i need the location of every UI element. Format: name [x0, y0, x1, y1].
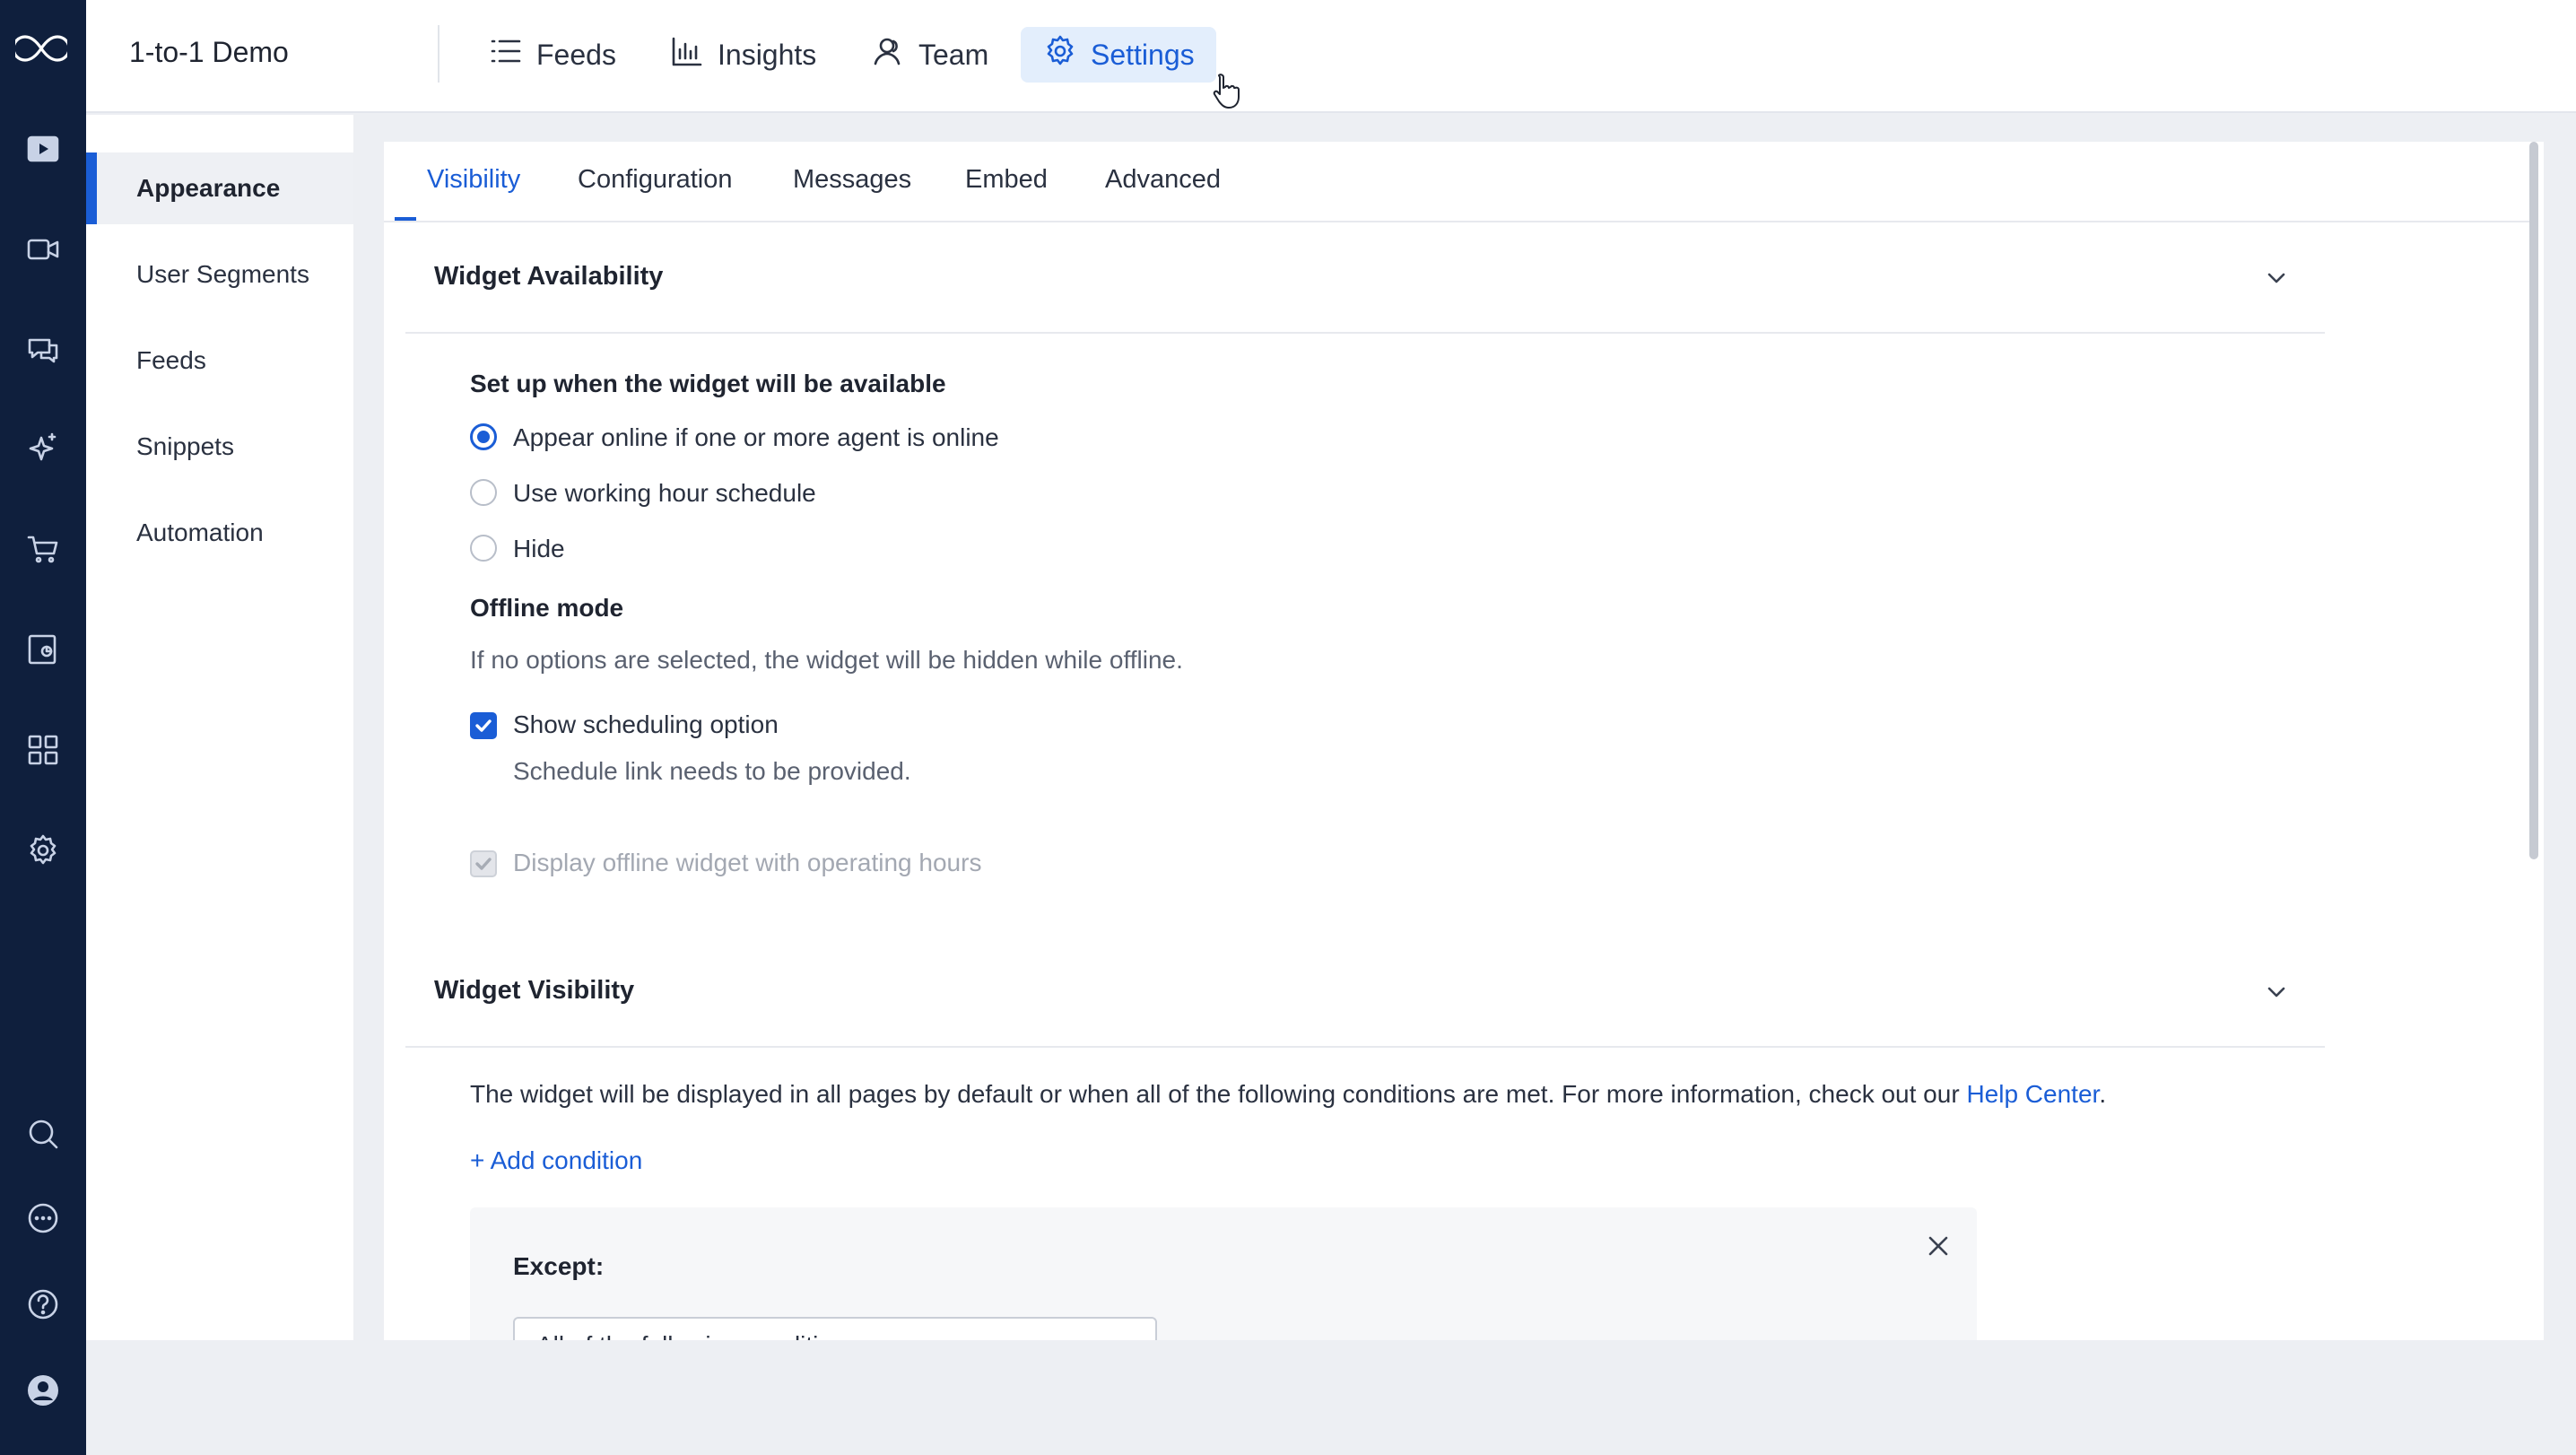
- radio-working-hours[interactable]: [470, 479, 497, 506]
- video-icon[interactable]: [18, 224, 68, 274]
- tab-visibility[interactable]: Visibility: [427, 165, 520, 195]
- grid-icon[interactable]: [18, 725, 68, 775]
- section-title: Widget Visibility: [434, 976, 635, 1005]
- scheduling-label[interactable]: Show scheduling option: [513, 710, 779, 739]
- except-condition-box: Except: All of the following conditions: [470, 1207, 1977, 1340]
- tab-embed[interactable]: Embed: [965, 165, 1048, 195]
- offline-mode-description: If no options are selected, the widget w…: [470, 646, 1183, 674]
- condition-select[interactable]: All of the following conditions: [513, 1317, 1157, 1340]
- gear-icon[interactable]: [18, 825, 68, 876]
- tab-configuration[interactable]: Configuration: [578, 165, 733, 195]
- search-icon[interactable]: [18, 1109, 68, 1159]
- top-bar: 1-to-1 Demo Feeds Insights Team Settings: [86, 0, 2576, 113]
- widget-availability-header[interactable]: Widget Availability: [405, 222, 2325, 334]
- tab-active-indicator: [395, 217, 416, 221]
- tab-messages[interactable]: Messages: [793, 165, 911, 195]
- gear-icon: [1042, 33, 1078, 76]
- settings-sidebar: Appearance User Segments Feeds Snippets …: [86, 115, 353, 1340]
- checkmark-icon: [475, 858, 492, 870]
- logo-icon[interactable]: [13, 23, 70, 74]
- chevron-down-icon[interactable]: [2264, 266, 2289, 291]
- nav-feeds-label: Feeds: [536, 38, 616, 71]
- sidebar-item-feeds[interactable]: Feeds: [86, 325, 353, 396]
- nav-insights-label: Insights: [718, 38, 817, 71]
- radio-agent-online-label[interactable]: Appear online if one or more agent is on…: [513, 423, 999, 452]
- app-title: 1-to-1 Demo: [129, 36, 289, 68]
- tab-advanced[interactable]: Advanced: [1105, 165, 1221, 195]
- radio-hide-label[interactable]: Hide: [513, 535, 565, 563]
- cart-icon[interactable]: [18, 524, 68, 574]
- widget-visibility-header[interactable]: Widget Visibility: [405, 937, 2325, 1048]
- checkmark-icon: [475, 719, 492, 732]
- help-icon[interactable]: [18, 1279, 68, 1329]
- operating-hours-checkbox: [470, 850, 497, 877]
- bar-chart-icon: [669, 33, 705, 76]
- visibility-description-text: The widget will be displayed in all page…: [470, 1080, 1960, 1108]
- hand-cursor-icon: [1213, 74, 1240, 109]
- team-icon: [870, 33, 906, 76]
- radio-working-hours-label[interactable]: Use working hour schedule: [513, 479, 816, 508]
- availability-question: Set up when the widget will be available: [470, 370, 946, 397]
- radio-hide[interactable]: [470, 535, 497, 562]
- scheduling-hint: Schedule link needs to be provided.: [513, 757, 911, 785]
- play-icon[interactable]: [18, 124, 68, 174]
- report-icon[interactable]: [18, 624, 68, 675]
- icon-rail: [0, 0, 86, 1455]
- nav-team-label: Team: [918, 38, 989, 71]
- nav-insights[interactable]: Insights: [648, 27, 838, 83]
- sidebar-item-appearance[interactable]: Appearance: [86, 152, 353, 224]
- chat-icon[interactable]: [18, 325, 68, 375]
- sidebar-item-snippets[interactable]: Snippets: [86, 411, 353, 483]
- visibility-description: The widget will be displayed in all page…: [470, 1080, 2106, 1109]
- scheduling-checkbox[interactable]: [470, 712, 497, 739]
- chevron-down-icon[interactable]: [2264, 980, 2289, 1005]
- topbar-divider: [438, 25, 439, 83]
- help-center-link[interactable]: Help Center: [1966, 1080, 2099, 1108]
- section-title: Widget Availability: [434, 262, 664, 291]
- message-icon[interactable]: [18, 1193, 68, 1243]
- nav-settings-label: Settings: [1091, 38, 1195, 71]
- visibility-description-period: .: [2099, 1080, 2107, 1108]
- nav-feeds[interactable]: Feeds: [466, 27, 638, 83]
- operating-hours-label: Display offline widget with operating ho…: [513, 849, 982, 876]
- except-label: Except:: [513, 1252, 605, 1280]
- nav-settings[interactable]: Settings: [1021, 27, 1216, 83]
- settings-tabs: Visibility Configuration Messages Embed …: [384, 142, 2531, 222]
- sparkle-icon[interactable]: [18, 423, 68, 474]
- avatar-icon[interactable]: [18, 1365, 68, 1416]
- sidebar-item-automation[interactable]: Automation: [86, 497, 353, 569]
- offline-mode-title: Offline mode: [470, 594, 624, 622]
- radio-agent-online[interactable]: [470, 423, 497, 450]
- nav-team[interactable]: Team: [849, 27, 1010, 83]
- sidebar-item-user-segments[interactable]: User Segments: [86, 239, 353, 310]
- settings-panel: Visibility Configuration Messages Embed …: [384, 142, 2544, 1340]
- close-icon[interactable]: [1927, 1234, 1950, 1258]
- scrollbar[interactable]: [2529, 142, 2538, 859]
- bottom-gutter: [86, 1340, 2576, 1455]
- add-condition-button[interactable]: + Add condition: [470, 1146, 642, 1175]
- list-icon: [488, 33, 524, 76]
